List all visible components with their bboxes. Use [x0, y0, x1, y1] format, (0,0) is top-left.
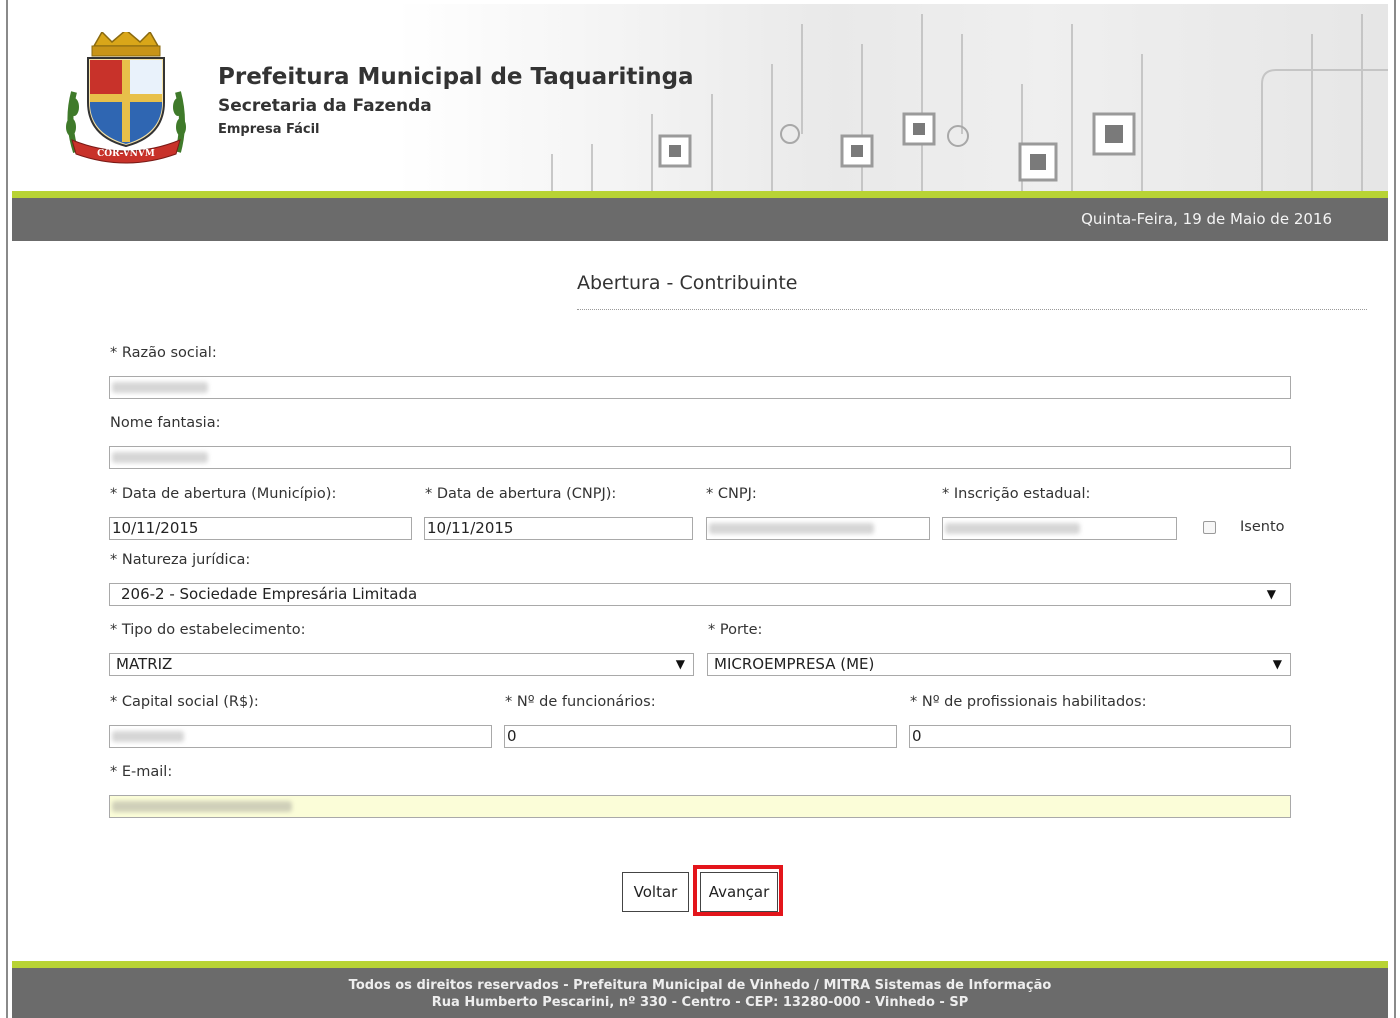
capital-social-label: * Capital social (R$):: [110, 694, 259, 710]
redacted-value: [112, 801, 292, 812]
isento-checkbox[interactable]: [1203, 521, 1216, 534]
app-name: Empresa Fácil: [218, 122, 320, 137]
isento-label: Isento: [1240, 519, 1285, 535]
redacted-value: [112, 731, 184, 742]
municipal-crest-logo: COR-VNVM: [66, 32, 186, 164]
chevron-down-icon: ▼: [1266, 587, 1276, 601]
redacted-value: [112, 382, 208, 393]
data-abertura-cnpj-label: * Data de abertura (CNPJ):: [425, 486, 617, 502]
nome-fantasia-label: Nome fantasia:: [110, 415, 221, 431]
header-accent-stripe: [12, 191, 1388, 198]
cnpj-label: * CNPJ:: [706, 486, 757, 502]
current-date: Quinta-Feira, 19 de Maio de 2016: [1081, 210, 1332, 228]
razao-social-input[interactable]: [109, 376, 1291, 399]
natureza-juridica-select[interactable]: 206-2 - Sociedade Empresária Limitada ▼: [109, 583, 1291, 606]
porte-selected: MICROEMPRESA (ME): [714, 655, 875, 673]
email-label: * E-mail:: [110, 764, 173, 780]
nome-fantasia-input[interactable]: [109, 446, 1291, 469]
crest-motto: COR-VNVM: [97, 149, 155, 159]
porte-label: * Porte:: [708, 622, 763, 638]
back-button[interactable]: Voltar: [622, 872, 689, 912]
site-title: Prefeitura Municipal de Taquaritinga: [218, 64, 694, 90]
chevron-down-icon: ▼: [675, 657, 685, 671]
num-profissionais-input[interactable]: 0: [909, 725, 1291, 748]
inscricao-estadual-label: * Inscrição estadual:: [942, 486, 1091, 502]
date-bar: Quinta-Feira, 19 de Maio de 2016: [12, 198, 1388, 241]
porte-select[interactable]: MICROEMPRESA (ME) ▼: [707, 653, 1291, 676]
title-divider: [577, 309, 1367, 310]
site-subtitle: Secretaria da Fazenda: [218, 96, 432, 116]
redacted-value: [945, 523, 1080, 534]
natureza-juridica-selected: 206-2 - Sociedade Empresária Limitada: [121, 585, 418, 603]
data-abertura-cnpj-input[interactable]: 10/11/2015: [424, 517, 693, 540]
cnpj-input[interactable]: [706, 517, 930, 540]
num-funcionarios-label: * Nº de funcionários:: [505, 694, 656, 710]
chevron-down-icon: ▼: [1272, 657, 1282, 671]
razao-social-label: * Razão social:: [110, 345, 217, 361]
tipo-estabelecimento-label: * Tipo do estabelecimento:: [110, 622, 306, 638]
redacted-value: [112, 452, 208, 463]
email-input[interactable]: [109, 795, 1291, 818]
tipo-estabelecimento-select[interactable]: MATRIZ ▼: [109, 653, 694, 676]
footer-address: Rua Humberto Pescarini, nº 330 - Centro …: [431, 995, 969, 1010]
footer-accent-stripe: [12, 961, 1388, 968]
num-profissionais-label: * Nº de profissionais habilitados:: [910, 694, 1147, 710]
capital-social-input[interactable]: [109, 725, 492, 748]
inscricao-estadual-input[interactable]: [942, 517, 1177, 540]
site-header: COR-VNVM Prefeitura Municipal de Taquari…: [12, 4, 1388, 191]
num-funcionarios-input[interactable]: 0: [504, 725, 897, 748]
page-title: Abertura - Contribuinte: [577, 272, 798, 294]
natureza-juridica-label: * Natureza jurídica:: [110, 552, 251, 568]
next-button-highlight: [693, 865, 783, 916]
data-abertura-municipio-input[interactable]: 10/11/2015: [109, 517, 412, 540]
tipo-estabelecimento-selected: MATRIZ: [116, 655, 173, 673]
site-footer: Todos os direitos reservados - Prefeitur…: [12, 968, 1388, 1018]
footer-copyright: Todos os direitos reservados - Prefeitur…: [348, 978, 1052, 993]
redacted-value: [709, 523, 874, 534]
data-abertura-municipio-label: * Data de abertura (Município):: [110, 486, 337, 502]
